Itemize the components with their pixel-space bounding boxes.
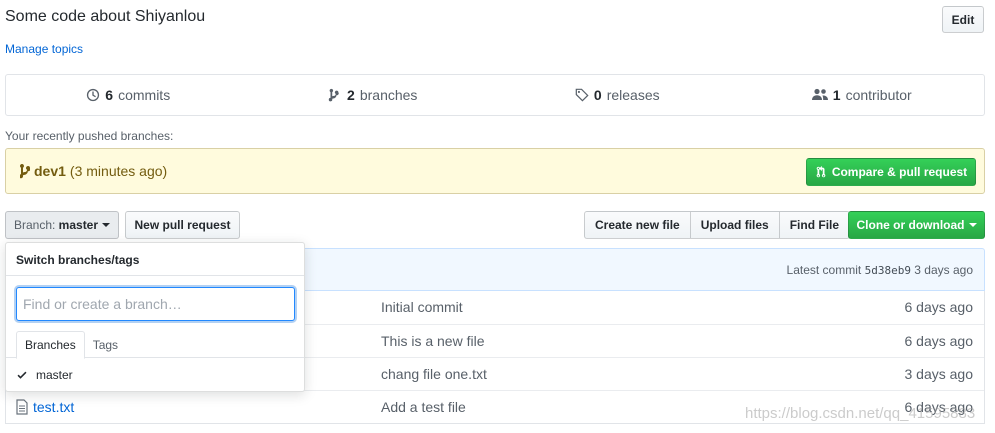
commit-age: 3 days ago xyxy=(904,366,974,382)
git-branch-icon xyxy=(328,88,342,102)
releases-count: 0 xyxy=(593,87,602,103)
new-pull-request-button[interactable]: New pull request xyxy=(125,211,240,239)
branch-prefix: Branch: xyxy=(13,218,56,232)
caret-down-icon xyxy=(102,223,111,227)
check-icon xyxy=(16,369,28,381)
git-branch-icon xyxy=(20,163,30,179)
branch-item-label: master xyxy=(36,368,73,382)
upload-files-button[interactable]: Upload files xyxy=(689,211,780,239)
manage-topics-link[interactable]: Manage topics xyxy=(5,42,83,56)
watermark-text: https://blog.csdn.net/qq_41595883 xyxy=(745,405,976,422)
commit-message[interactable]: This is a new file xyxy=(381,333,484,349)
clone-download-button[interactable]: Clone or download xyxy=(848,211,985,239)
branch-switch-dropdown: Switch branches/tags Branches Tags maste… xyxy=(5,242,305,392)
file-name[interactable]: test.txt xyxy=(33,399,74,415)
people-icon xyxy=(811,88,828,102)
tab-tags[interactable]: Tags xyxy=(85,331,126,358)
numbers-summary: 6 commits 2 branches 0 releases 1 contri… xyxy=(5,74,985,116)
commit-message[interactable]: Initial commit xyxy=(381,299,463,315)
create-new-file-button[interactable]: Create new file xyxy=(584,211,691,239)
latest-commit-label: Latest commit xyxy=(786,263,862,277)
clone-label: Clone or download xyxy=(856,218,965,232)
tag-icon xyxy=(575,88,589,102)
branch-name: master xyxy=(58,218,99,232)
file-icon xyxy=(16,399,28,415)
file-actions-group: Create new file Upload files Find File xyxy=(584,211,851,239)
branch-select-button[interactable]: Branch: master xyxy=(5,211,119,239)
edit-button[interactable]: Edit xyxy=(942,6,984,33)
branches-label: branches xyxy=(359,87,418,103)
branches-link[interactable]: 2 branches xyxy=(251,87,496,103)
repo-description: Some code about Shiyanlou xyxy=(5,8,206,25)
commit-age: 6 days ago xyxy=(904,333,974,349)
pull-request-icon xyxy=(815,165,827,179)
dropdown-tabs: Branches Tags xyxy=(6,331,304,359)
commits-label: commits xyxy=(118,87,171,103)
commit-sha-link[interactable]: 5d38eb9 xyxy=(865,264,911,277)
recent-branch-name[interactable]: dev1 xyxy=(34,163,66,179)
commits-count: 6 xyxy=(105,87,114,103)
contributors-count: 1 xyxy=(832,87,841,103)
commits-link[interactable]: 6 commits xyxy=(6,87,251,103)
releases-link[interactable]: 0 releases xyxy=(495,87,740,103)
branch-filter-input[interactable] xyxy=(16,287,295,321)
dropdown-header: Switch branches/tags xyxy=(6,243,304,276)
commit-message[interactable]: Add a test file xyxy=(381,399,466,415)
latest-commit-time: 3 days ago xyxy=(914,263,973,277)
recent-branches-label: Your recently pushed branches: xyxy=(5,129,174,143)
commit-message[interactable]: chang file one.txt xyxy=(381,366,487,382)
branches-count: 2 xyxy=(347,87,355,103)
compare-label: Compare & pull request xyxy=(831,165,968,179)
find-file-button[interactable]: Find File xyxy=(778,211,851,239)
contributors-label: contributor xyxy=(845,87,912,103)
caret-down-icon xyxy=(968,223,977,227)
branch-item-master[interactable]: master xyxy=(6,359,304,391)
history-icon xyxy=(86,88,100,102)
commit-age: 6 days ago xyxy=(904,299,974,315)
tab-branches[interactable]: Branches xyxy=(16,331,85,359)
recent-branch-banner: dev1 (3 minutes ago) Compare & pull requ… xyxy=(5,148,985,194)
compare-pull-request-button[interactable]: Compare & pull request xyxy=(806,158,976,186)
releases-label: releases xyxy=(606,87,660,103)
recent-branch-time: (3 minutes ago) xyxy=(69,163,168,179)
contributors-link[interactable]: 1 contributor xyxy=(740,87,985,103)
latest-commit-info: Latest commit 5d38eb9 3 days ago xyxy=(787,263,973,277)
